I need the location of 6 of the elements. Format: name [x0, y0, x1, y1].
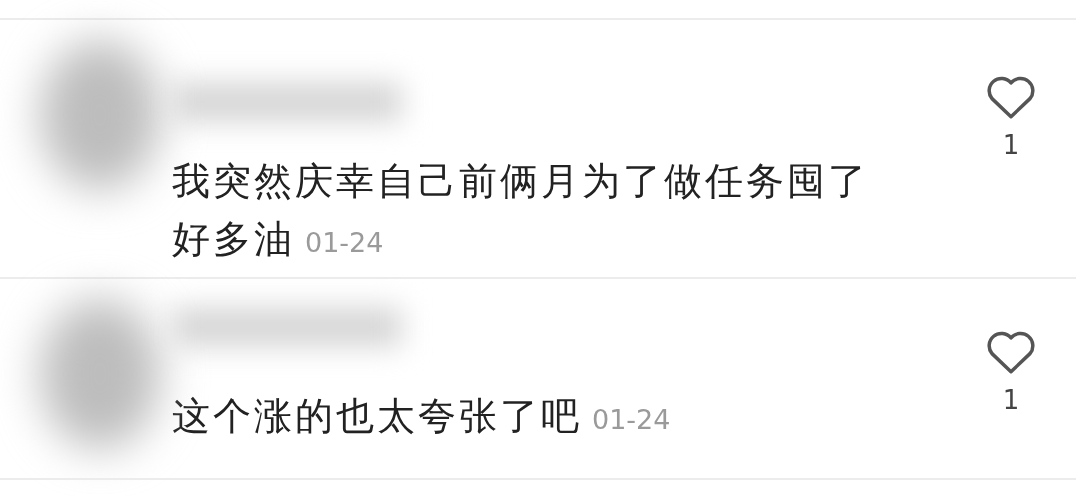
comment-date: 01-24 — [305, 227, 384, 258]
comment-date: 01-24 — [592, 404, 671, 435]
comment-text: 这个涨的也太夸张了吧 01-24 — [172, 393, 672, 440]
comment-text: 我突然庆幸自己前俩月为了做任务囤了好多油 01-24 — [172, 158, 870, 263]
like-count: 1 — [1002, 130, 1020, 160]
like-count: 1 — [1002, 385, 1020, 415]
